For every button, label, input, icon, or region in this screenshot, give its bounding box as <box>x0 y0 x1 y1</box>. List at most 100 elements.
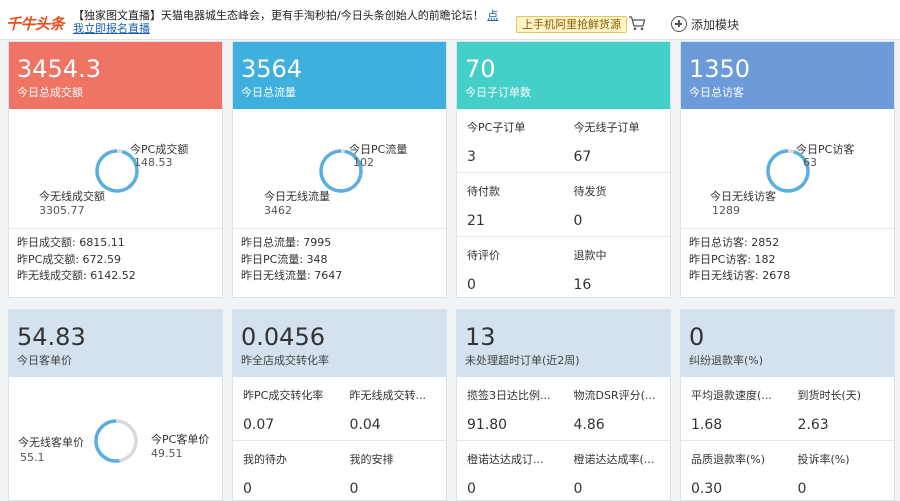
stat-cell[interactable]: 退款中 16 <box>564 237 671 301</box>
card-conversion-rate[interactable]: 0.0456 昨全店成交转化率 昨PC成交转化率 0.07 昨无线成交转... … <box>232 309 447 501</box>
stat-cell[interactable]: 揽签3日达比例... 91.80 <box>457 377 564 441</box>
stat-value: 0 <box>467 277 476 293</box>
card-today-traffic[interactable]: 3564 今日总流量 今日PC流量 102 今日无线流量 3462 昨日总流量:… <box>232 41 447 298</box>
stat-label: 待付款 <box>467 185 500 198</box>
stat-value: 0 <box>573 213 583 229</box>
ring-chart-area: 今PC成交额 148.53 今无线成交额 3305.77 <box>9 109 222 229</box>
stat-cell[interactable]: 品质退款率(%) 0.30 <box>681 441 788 501</box>
stat-label: 今PC子订单 <box>467 121 526 134</box>
stat-cell[interactable]: 今无线子订单 67 <box>563 109 670 173</box>
metric-label: 今日总流量 <box>241 86 296 99</box>
qianniu-logo: 千牛头条 <box>6 15 65 33</box>
pc-value: 63 <box>803 156 817 169</box>
stat-value: 0 <box>797 481 807 497</box>
card-header: 3564 今日总流量 <box>233 42 446 109</box>
stat-value: 3 <box>467 149 476 165</box>
card-today-gmv[interactable]: 3454.3 今日总成交额 今PC成交额 148.53 今无线成交额 3305.… <box>8 41 223 298</box>
stat-label: 今无线子订单 <box>573 121 640 134</box>
wireless-value: 3305.77 <box>39 204 85 217</box>
metric-label: 今日客单价 <box>17 354 72 367</box>
metric-value: 54.83 <box>17 323 86 351</box>
plus-circle-icon <box>671 16 687 32</box>
metric-value: 13 <box>465 323 496 351</box>
ring-chart-area: 今日PC访客 63 今日无线访客 1289 <box>681 109 894 229</box>
stat-cell[interactable]: 待付款 21 <box>457 173 564 237</box>
wireless-label: 今无线成交额 <box>39 190 105 203</box>
card-today-visitors[interactable]: 1350 今日总访客 今日PC访客 63 今日无线访客 1289 昨日总访客: … <box>680 41 895 298</box>
pc-wireless-ring-chart <box>94 419 138 463</box>
stat-label: 投诉率(%) <box>797 453 850 466</box>
stat-cell[interactable]: 橙诺达达成订... 0 <box>457 441 564 501</box>
metric-value: 0 <box>689 323 705 351</box>
stat-value: 21 <box>467 213 485 229</box>
yesterday-stat: 昨PC成交额: 672.59 <box>17 252 122 266</box>
stat-label: 到货时长(天) <box>797 389 862 402</box>
stat-cell[interactable]: 投诉率(%) 0 <box>788 441 895 501</box>
stat-value: 0.04 <box>349 417 381 433</box>
ring-segment-wireless <box>95 149 139 193</box>
metric-value: 70 <box>465 55 496 83</box>
stat-label: 我的待办 <box>243 453 287 466</box>
yesterday-stat: 昨无线成交额: 6142.52 <box>17 269 136 282</box>
yesterday-stats: 昨日成交额: 6815.11 昨PC成交额: 672.59 昨无线成交额: 61… <box>9 229 222 285</box>
ring-segment-pc <box>787 149 795 154</box>
pc-label: 今PC成交额 <box>130 143 189 156</box>
stats-grid: 平均退款速度(... 1.68 到货时长(天) 2.63 品质退款率(%) 0.… <box>681 377 894 501</box>
pc-label: 今PC客单价 <box>151 433 210 446</box>
stat-cell[interactable]: 待发货 0 <box>563 173 670 237</box>
wireless-value: 3462 <box>264 204 292 217</box>
card-header: 3454.3 今日总成交额 <box>9 42 222 109</box>
stat-cell[interactable]: 我的待办 0 <box>233 441 340 501</box>
ring-chart-area: 今日PC流量 102 今日无线流量 3462 <box>233 109 446 229</box>
stat-value: 1.68 <box>691 417 723 433</box>
card-header: 54.83 今日客单价 <box>9 310 222 377</box>
wireless-value: 1289 <box>712 204 740 217</box>
stat-label: 我的安排 <box>349 453 394 466</box>
pc-value: 148.53 <box>134 156 173 169</box>
stat-cell[interactable]: 橙诺达达成率(... 0 <box>564 441 671 501</box>
wireless-label: 今日无线访客 <box>710 190 776 203</box>
ring-segment-wireless <box>766 149 810 193</box>
stat-value: 4.86 <box>573 417 605 433</box>
stat-value: 16 <box>573 277 592 293</box>
card-today-suborders[interactable]: 70 今日子订单数 今PC子订单 3 今无线子订单 67 待付款 21 待发货 … <box>456 41 671 298</box>
stat-cell[interactable]: 昨无线成交转... 0.04 <box>339 377 446 441</box>
stat-cell[interactable]: 到货时长(天) 2.63 <box>787 377 894 441</box>
metric-value: 3454.3 <box>17 55 101 83</box>
metric-label: 未处理超时订单(近2周) <box>465 354 580 367</box>
stat-cell[interactable]: 物流DSR评分(... 4.86 <box>563 377 670 441</box>
dashboard: 千牛头条 【独家图文直播】天猫电器城生态峰会，更有手淘秒拍/今日头条创始人的前瞻… <box>0 0 900 501</box>
card-today-unit-price[interactable]: 54.83 今日客单价 今PC客单价 49.51 今无线客单价 55.1 <box>8 309 223 501</box>
stat-cell[interactable]: 今PC子订单 3 <box>457 109 564 173</box>
add-module-button[interactable]: 添加模块 <box>671 15 739 33</box>
stat-label: 物流DSR评分(... <box>573 389 656 402</box>
pc-value: 49.51 <box>151 447 183 460</box>
metric-label: 今日总成交额 <box>17 86 83 99</box>
news-text: 【独家图文直播】天猫电器城生态峰会，更有手淘秒拍/今日头条创始人的前瞻论坛！ <box>73 9 484 22</box>
metric-label: 今日总访客 <box>689 86 744 99</box>
pc-label: 今日PC流量 <box>349 143 408 156</box>
card-dispute-refund-rate[interactable]: 0 纠纷退款率(%) 平均退款速度(... 1.68 到货时长(天) 2.63 … <box>680 309 895 501</box>
stat-value: 0 <box>349 481 359 497</box>
stat-label: 橙诺达达成订... <box>467 453 544 466</box>
card-overtime-orders[interactable]: 13 未处理超时订单(近2周) 揽签3日达比例... 91.80 物流DSR评分… <box>456 309 671 501</box>
yesterday-stat: 昨日总访客: 2852 <box>689 236 780 249</box>
promo-banner[interactable]: 上手机阿里抢鲜货源 <box>516 16 627 33</box>
metric-value: 0.0456 <box>241 323 325 351</box>
card-header: 1350 今日总访客 <box>681 42 894 109</box>
metric-label: 纠纷退款率(%) <box>689 354 764 367</box>
stat-value: 0 <box>243 481 252 497</box>
stat-cell[interactable]: 待评价 0 <box>457 237 564 301</box>
shopping-cart-icon[interactable] <box>628 15 646 31</box>
stat-cell[interactable]: 平均退款速度(... 1.68 <box>681 377 788 441</box>
stat-label: 待发货 <box>573 185 607 198</box>
stat-label: 退款中 <box>573 249 607 262</box>
ring-segment-pc <box>115 419 138 463</box>
yesterday-stat: 昨日无线流量: 7647 <box>241 269 343 282</box>
stat-value: 0 <box>467 481 476 497</box>
stat-label: 平均退款速度(... <box>691 389 772 402</box>
stat-value: 0 <box>573 481 583 497</box>
stat-cell[interactable]: 我的安排 0 <box>340 441 447 501</box>
stats-grid: 昨PC成交转化率 0.07 昨无线成交转... 0.04 我的待办 0 我的安排… <box>233 377 446 501</box>
stat-cell[interactable]: 昨PC成交转化率 0.07 <box>233 377 340 441</box>
